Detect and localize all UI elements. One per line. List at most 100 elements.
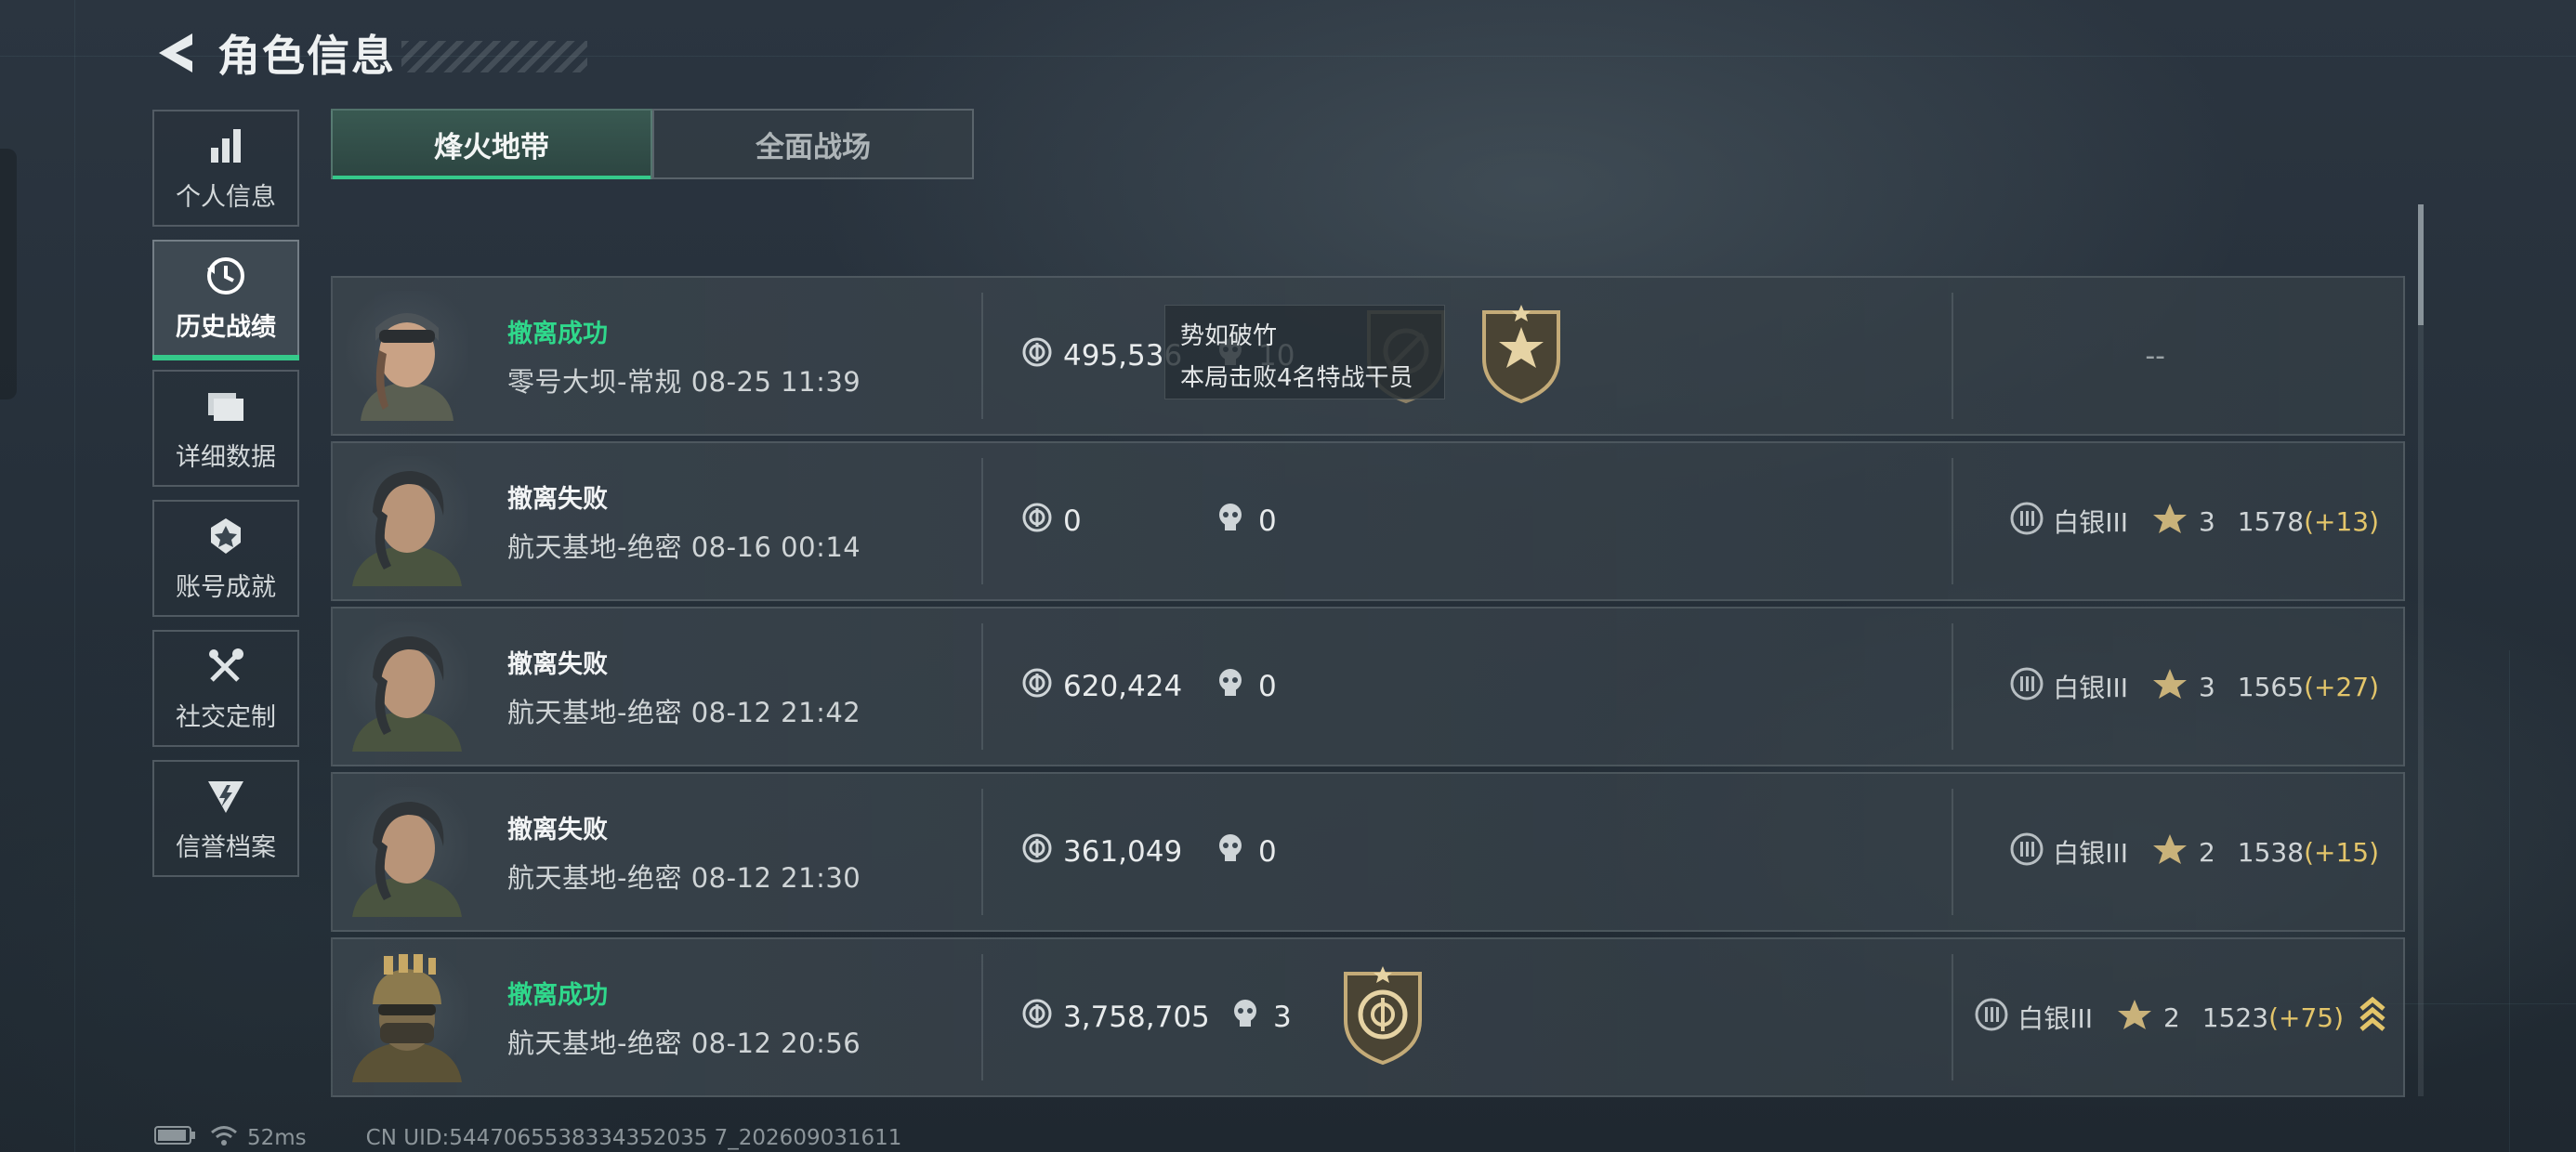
match-row[interactable]: 撤离成功 航天基地-绝密 08-12 20:56 3,758,705 3 白银I… <box>331 937 2405 1097</box>
row-divider <box>1952 293 1953 419</box>
sidebar-item-credit[interactable]: 信誉档案 <box>152 760 299 877</box>
history-icon <box>204 255 247 297</box>
row-divider <box>981 789 983 915</box>
rank-tier-icon <box>1975 998 2008 1038</box>
coin-icon <box>1022 833 1052 871</box>
star-icon <box>2152 667 2188 707</box>
row-divider <box>1952 789 1953 915</box>
achievement-icon <box>204 515 247 557</box>
rank-delta: (+15) <box>2304 836 2379 868</box>
sidebar-item-label: 详细数据 <box>176 442 276 472</box>
rank-placeholder: -- <box>2145 339 2165 373</box>
match-info: 零号大坝-常规 08-25 11:39 <box>507 365 861 398</box>
rank-up-icon <box>2359 996 2386 1040</box>
rank-delta: (+75) <box>2268 1001 2344 1033</box>
coin-icon <box>1022 503 1052 540</box>
rank-stars: 2 <box>2198 836 2215 868</box>
coin-icon <box>1022 999 1052 1036</box>
skull-icon <box>1217 833 1243 871</box>
rank-stars: 2 <box>2162 1001 2180 1033</box>
tooltip-title: 势如破竹 <box>1180 322 1278 350</box>
kill-count: 0 <box>1217 833 1277 871</box>
back-arrow-icon[interactable] <box>149 27 201 79</box>
match-history-list: 撤离成功 零号大坝-常规 08-25 11:39 495,536 10 -- <box>331 276 2405 1103</box>
extraction-status: 撤离失败 <box>507 649 608 679</box>
sidebar-item-label: 个人信息 <box>176 182 276 212</box>
rank-info: 白银III 2 1538 (+15) <box>2010 832 2379 872</box>
star-icon <box>2117 998 2152 1038</box>
rank-score: 1565 <box>2237 671 2305 702</box>
coin-value: 361,049 <box>1022 833 1217 871</box>
rank-info: 白银III 3 1565 (+27) <box>2010 667 2379 707</box>
row-divider <box>1952 954 1953 1080</box>
tab-full-battlefield[interactable]: 全面战场 <box>652 109 974 179</box>
sidebar-item-achievements[interactable]: 账号成就 <box>152 500 299 617</box>
row-divider <box>1952 458 1953 584</box>
ping-value: 52ms <box>247 1126 307 1150</box>
star-emblem-badge[interactable] <box>1475 303 1568 409</box>
rank-tier: 白银III <box>2053 673 2128 703</box>
rank-tier-icon <box>2010 832 2044 872</box>
edge-handle <box>0 149 17 399</box>
sidebar-item-social[interactable]: 社交定制 <box>152 630 299 747</box>
tooltip-description: 本局击败4名特战干员 <box>1180 364 1413 392</box>
rank-tier: 白银III <box>2053 507 2128 538</box>
extraction-status: 撤离失败 <box>507 815 608 844</box>
badge-tooltip: 势如破竹 本局击败4名特战干员 <box>1164 305 1445 399</box>
rank-tier: 白银III <box>2053 838 2128 869</box>
tab-warzone[interactable]: 烽火地带 <box>331 109 652 179</box>
coin-emblem-badge[interactable] <box>1336 964 1429 1070</box>
sidebar-item-label: 信誉档案 <box>176 832 276 862</box>
credit-icon <box>204 775 247 818</box>
match-row[interactable]: 撤离失败 航天基地-绝密 08-12 21:42 620,424 0 白银III… <box>331 607 2405 766</box>
match-info: 航天基地-绝密 08-12 21:30 <box>507 861 861 894</box>
rank-tier-icon <box>2010 502 2044 542</box>
rank-info: -- <box>2145 340 2379 373</box>
rank-tier: 白银III <box>2017 1003 2093 1034</box>
match-info: 航天基地-绝密 08-16 00:14 <box>507 530 861 563</box>
row-divider <box>1952 623 1953 750</box>
row-divider <box>981 458 983 584</box>
coin-icon <box>1022 337 1052 374</box>
bar-chart-icon <box>204 124 247 167</box>
rank-score: 1538 <box>2237 836 2305 868</box>
page-title: 角色信息 <box>217 31 396 81</box>
sidebar: 个人信息 历史战绩 详细数据 账号成就 社交定制 信誉档案 <box>152 110 299 890</box>
sidebar-item-label: 账号成就 <box>176 572 276 602</box>
player-uid: CN UID:5447065538334352035 7_20260903161… <box>365 1126 902 1150</box>
kill-count: 3 <box>1232 999 1292 1036</box>
status-footer: 52ms CN UID:5447065538334352035 7_202609… <box>154 1124 901 1152</box>
rank-info: 白银III 2 1523 (+75) <box>1975 996 2386 1040</box>
kill-count: 0 <box>1217 503 1277 540</box>
rank-stars: 3 <box>2198 671 2215 702</box>
row-divider <box>981 293 983 419</box>
sidebar-item-history[interactable]: 历史战绩 <box>152 240 299 360</box>
wifi-icon <box>210 1124 238 1152</box>
operator-avatar <box>346 952 468 1082</box>
operator-avatar <box>346 787 468 917</box>
coin-value: 3,758,705 <box>1022 999 1232 1036</box>
rank-stars: 3 <box>2198 505 2215 537</box>
coin-value: 620,424 <box>1022 668 1217 705</box>
sidebar-item-profile[interactable]: 个人信息 <box>152 110 299 227</box>
coin-value: 0 <box>1022 503 1217 540</box>
sidebar-item-label: 历史战绩 <box>176 312 276 342</box>
kill-count: 0 <box>1217 668 1277 705</box>
list-scrollbar[interactable] <box>2418 204 2424 1096</box>
match-row[interactable]: 撤离失败 航天基地-绝密 08-16 00:14 0 0 白银III 3 157… <box>331 441 2405 601</box>
row-divider <box>981 954 983 1080</box>
mode-tabs: 烽火地带 全面战场 <box>331 109 974 179</box>
page-header: 角色信息 <box>149 20 587 85</box>
match-row[interactable]: 撤离失败 航天基地-绝密 08-12 21:30 361,049 0 白银III… <box>331 772 2405 932</box>
extraction-status: 撤离成功 <box>507 980 608 1010</box>
row-divider <box>981 623 983 750</box>
sidebar-item-details[interactable]: 详细数据 <box>152 370 299 487</box>
rank-score: 1523 <box>2201 1001 2269 1033</box>
title-decoration <box>401 41 587 72</box>
operator-avatar <box>346 622 468 752</box>
scrollbar-thumb[interactable] <box>2418 204 2424 325</box>
rank-info: 白银III 3 1578 (+13) <box>2010 502 2379 542</box>
rank-delta: (+13) <box>2304 505 2379 537</box>
skull-icon <box>1217 668 1243 705</box>
match-info: 航天基地-绝密 08-12 21:42 <box>507 696 861 728</box>
